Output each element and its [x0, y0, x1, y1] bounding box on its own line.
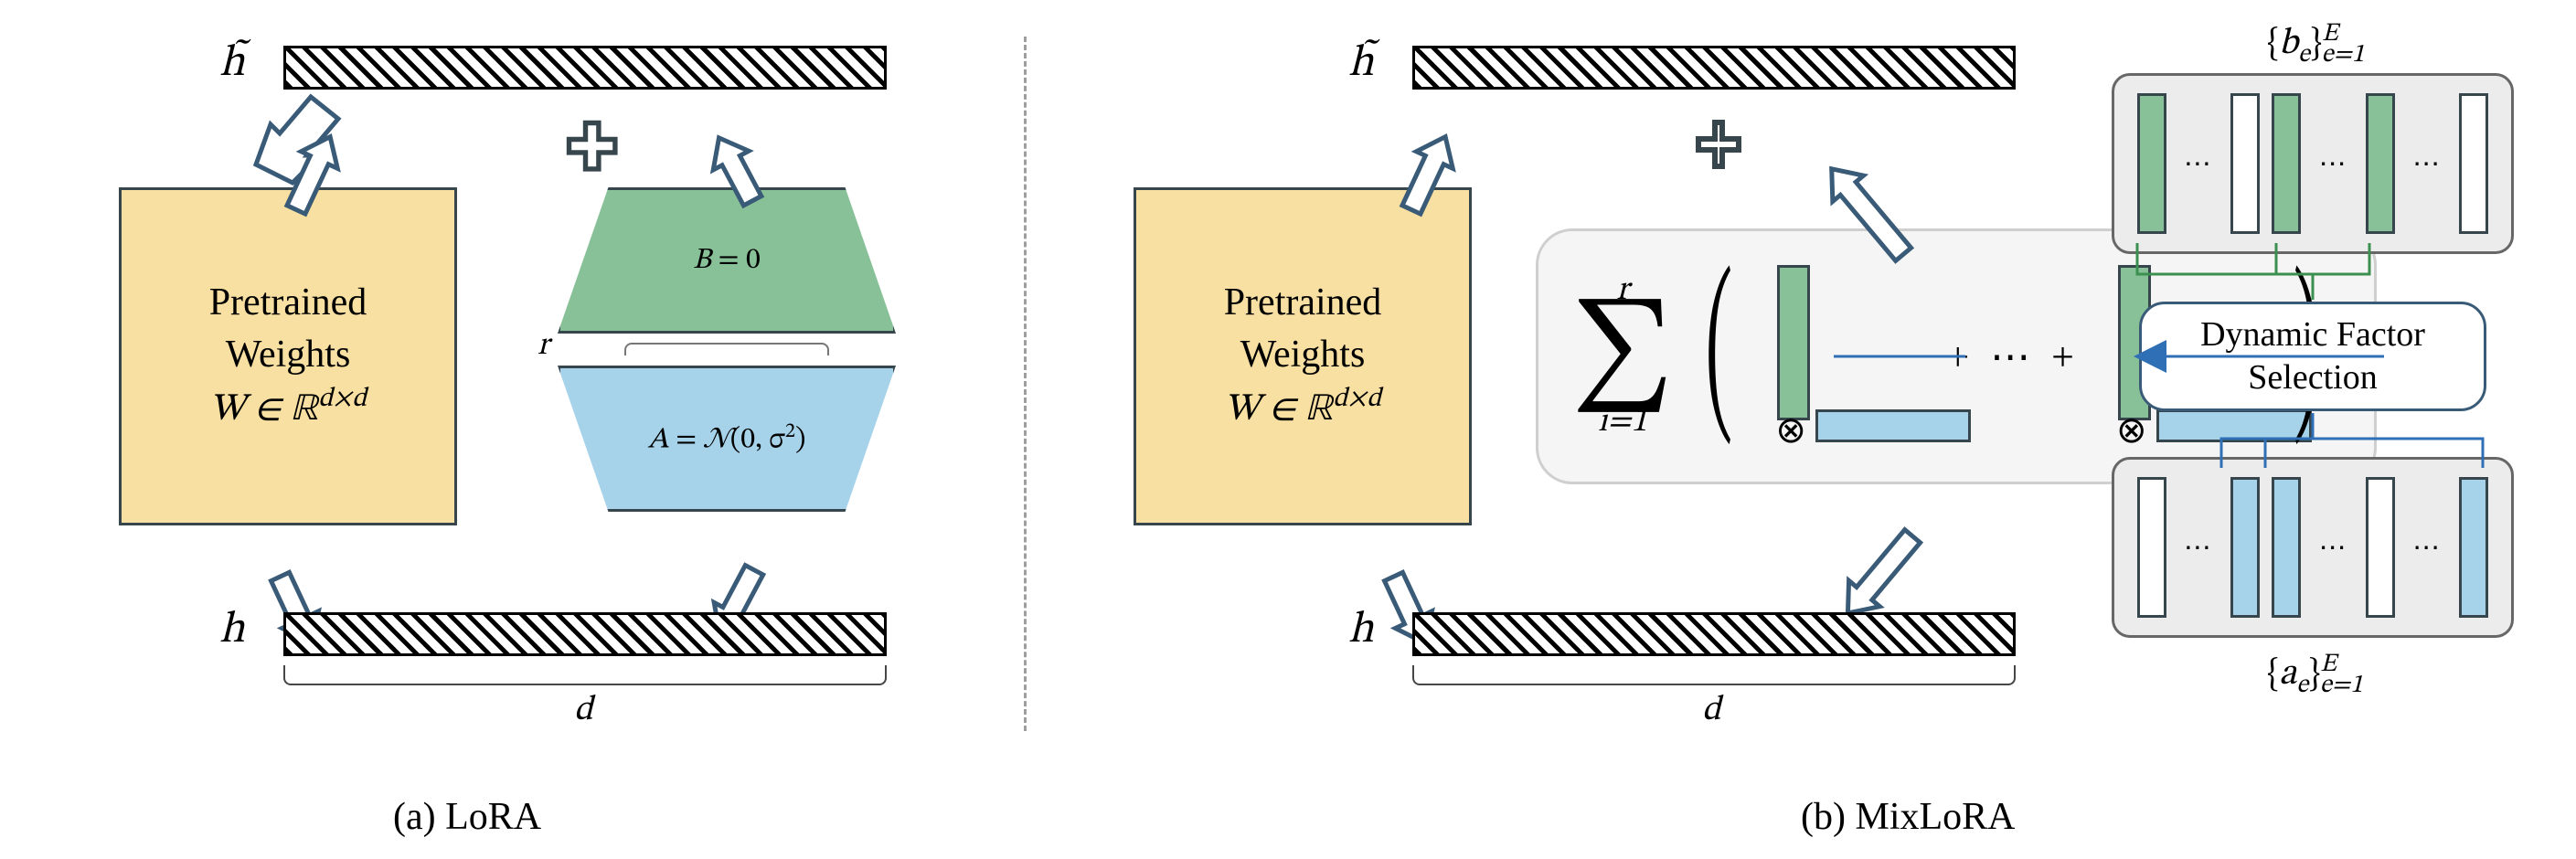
connector-svg	[0, 0, 2576, 859]
